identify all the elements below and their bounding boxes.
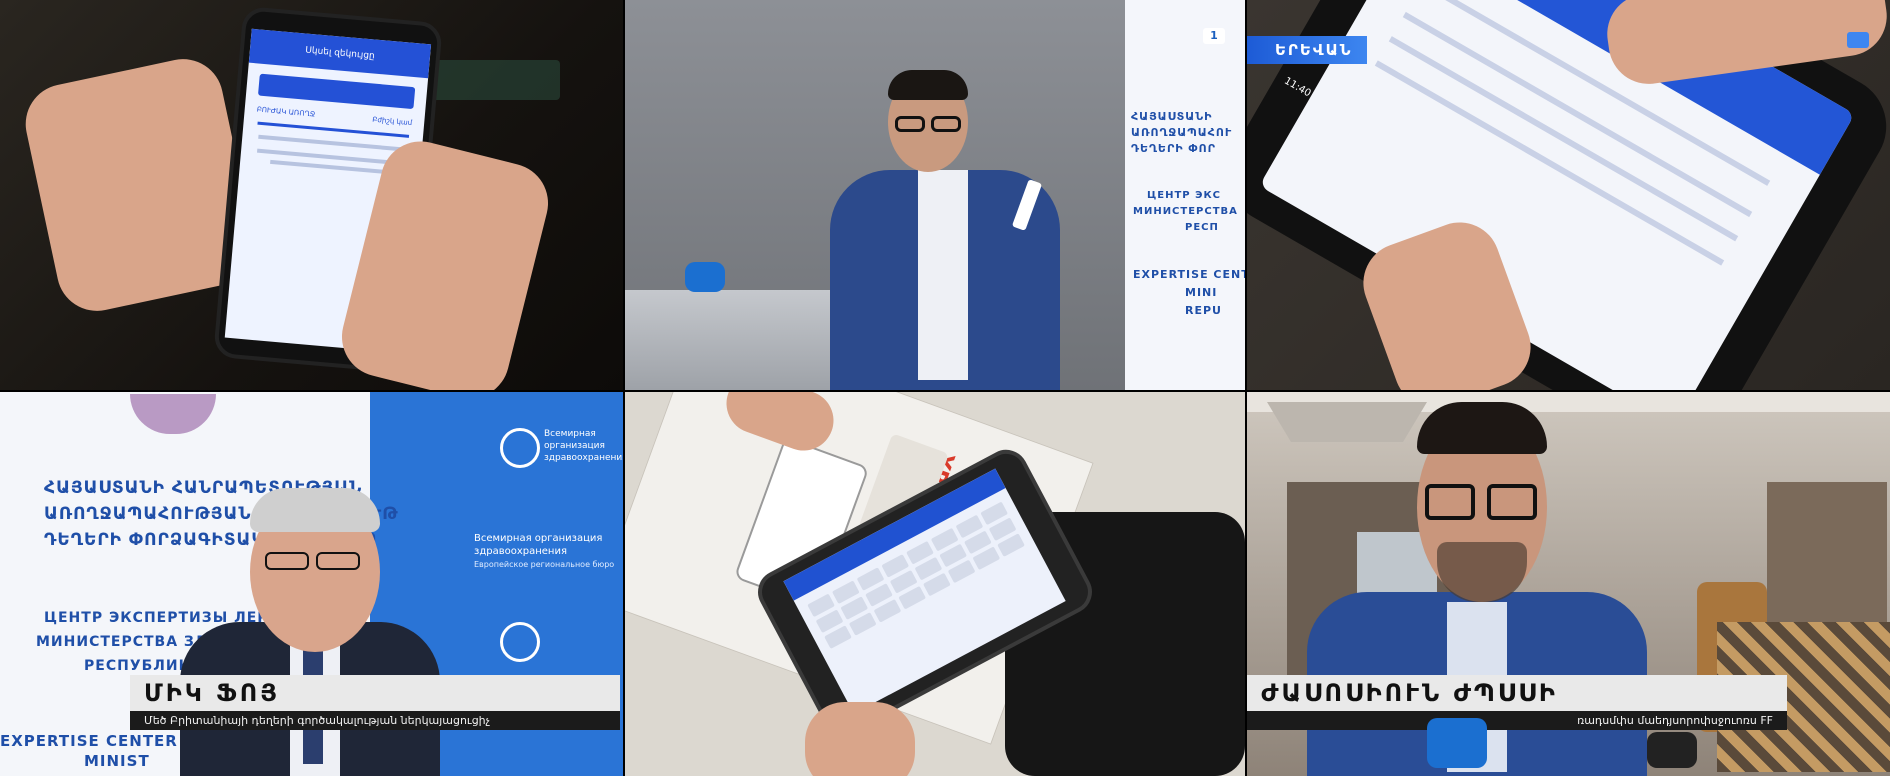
conference-banner: 1 ՀԱՅԱՍՏԱՆԻ ԱՌՈՂՋԱՊԱՀՈՒ ԴԵՂԵՐԻ ՓՈՐ ЦЕНТР… bbox=[1125, 0, 1245, 390]
speaker-hair bbox=[250, 488, 380, 532]
exit-sign bbox=[430, 60, 560, 100]
who-subtext: Европейское региональное бюро bbox=[474, 560, 615, 569]
who-text: Всемирная организация здравоохранения bbox=[544, 429, 623, 463]
microphone bbox=[1427, 718, 1487, 768]
microphone bbox=[685, 262, 725, 292]
caption-title: ռադսմփս մաեդյսորոփսջուոռս FF bbox=[1247, 711, 1787, 730]
who-logo-icon bbox=[500, 428, 540, 468]
banner-english-line-3: REPU bbox=[1185, 304, 1222, 317]
microphone bbox=[1647, 732, 1697, 768]
presenter-shirt bbox=[918, 170, 968, 380]
panel-interview-speaker: Всемирная организация здравоохранения Вс… bbox=[0, 392, 623, 776]
app-tab-left: ԲՈՒԺԱԿ ԱՌՈՂՋ bbox=[256, 105, 316, 119]
banner-russian-line-1: ЦЕНТР ЭКС bbox=[1147, 190, 1221, 201]
banner-english-line-2: MINI bbox=[1185, 286, 1218, 299]
banner-english-line-1: EXPERTISE CENT bbox=[1133, 268, 1245, 281]
panel-presenter: 1 ՀԱՅԱՍՏԱՆԻ ԱՌՈՂՋԱՊԱՀՈՒ ԴԵՂԵՐԻ ՓՈՐ ЦЕНТР… bbox=[625, 0, 1245, 390]
lower-third-caption: ԺԱՍՈՍԻՈՒՆ ԺՊՍՍԻ ռադսմփս մաեդյսորոփսջուոռ… bbox=[1247, 675, 1787, 730]
banner-armenian-line-3: ԴԵՂԵՐԻ ՓՈՐ bbox=[1131, 142, 1216, 155]
banner-russian-line-2: МИНИСТЕРСТВА bbox=[1133, 206, 1238, 217]
speaker-glasses bbox=[265, 552, 309, 570]
presenter-glasses bbox=[895, 116, 925, 132]
app-primary-button bbox=[257, 73, 416, 110]
finger bbox=[805, 702, 915, 776]
banner-english-line-2: MINIST bbox=[84, 752, 150, 770]
banner-armenian-line-1: ՀԱՅԱՍՏԱՆԻ bbox=[1131, 110, 1213, 123]
app-header: Սկսել զեկույցը bbox=[248, 28, 432, 79]
panel-phone-leaflet: YRADR SAV bbox=[625, 392, 1245, 776]
news-collage: Սկսել զեկույցը ԲՈՒԺԱԿ ԱՌՈՂՋ Բժիշկ կամ 1 … bbox=[0, 0, 1890, 776]
man-hair bbox=[1417, 402, 1547, 454]
presenter-hair bbox=[888, 70, 968, 100]
channel-logo: 1 bbox=[1203, 28, 1225, 44]
speaker-glasses bbox=[316, 552, 360, 570]
ceiling-light bbox=[1267, 402, 1427, 442]
lower-third-caption: ՄԻԿ ՖՈՅ Մեծ Բրիտանիայի դեղերի գործակալու… bbox=[130, 675, 620, 730]
banner-armenian-line-2: ԱՌՈՂՋԱՊԱՀՈՒ bbox=[1131, 126, 1233, 139]
app-text-line bbox=[258, 134, 406, 152]
location-tag: ԵՐԵՎԱՆ bbox=[1247, 36, 1367, 64]
who-text: Всемирная организация здравоохранения bbox=[474, 533, 603, 557]
banner-russian-line-3: РЕСП bbox=[1185, 222, 1219, 233]
panel-interview-man: ԺԱՍՈՍԻՈՒՆ ԺՊՍՍԻ ռադսմփս մաեդյսորոփսջուոռ… bbox=[1247, 392, 1890, 776]
banner-english-line-1: EXPERTISE CENTER bbox=[0, 732, 178, 750]
presenter-glasses bbox=[931, 116, 961, 132]
man-glasses bbox=[1425, 484, 1475, 520]
podium bbox=[625, 290, 865, 390]
man-glasses bbox=[1487, 484, 1537, 520]
panel-phone-hands: Սկսել զեկույցը ԲՈՒԺԱԿ ԱՌՈՂՋ Բժիշկ կամ bbox=[0, 0, 623, 390]
caption-title: Մեծ Բրիտանիայի դեղերի գործակալության ներ… bbox=[130, 711, 620, 730]
app-tab-right: Բժիշկ կամ bbox=[371, 115, 413, 128]
who-logo-icon bbox=[500, 622, 540, 662]
channel-logo bbox=[1847, 32, 1869, 48]
caption-name: ԺԱՍՈՍԻՈՒՆ ԺՊՍՍԻ bbox=[1247, 675, 1787, 711]
panel-phone-closeup: ԵՐԵՎԱՆ 11:40 bbox=[1247, 0, 1890, 390]
caption-name: ՄԻԿ ՖՈՅ bbox=[130, 675, 620, 711]
emblem bbox=[130, 394, 216, 434]
